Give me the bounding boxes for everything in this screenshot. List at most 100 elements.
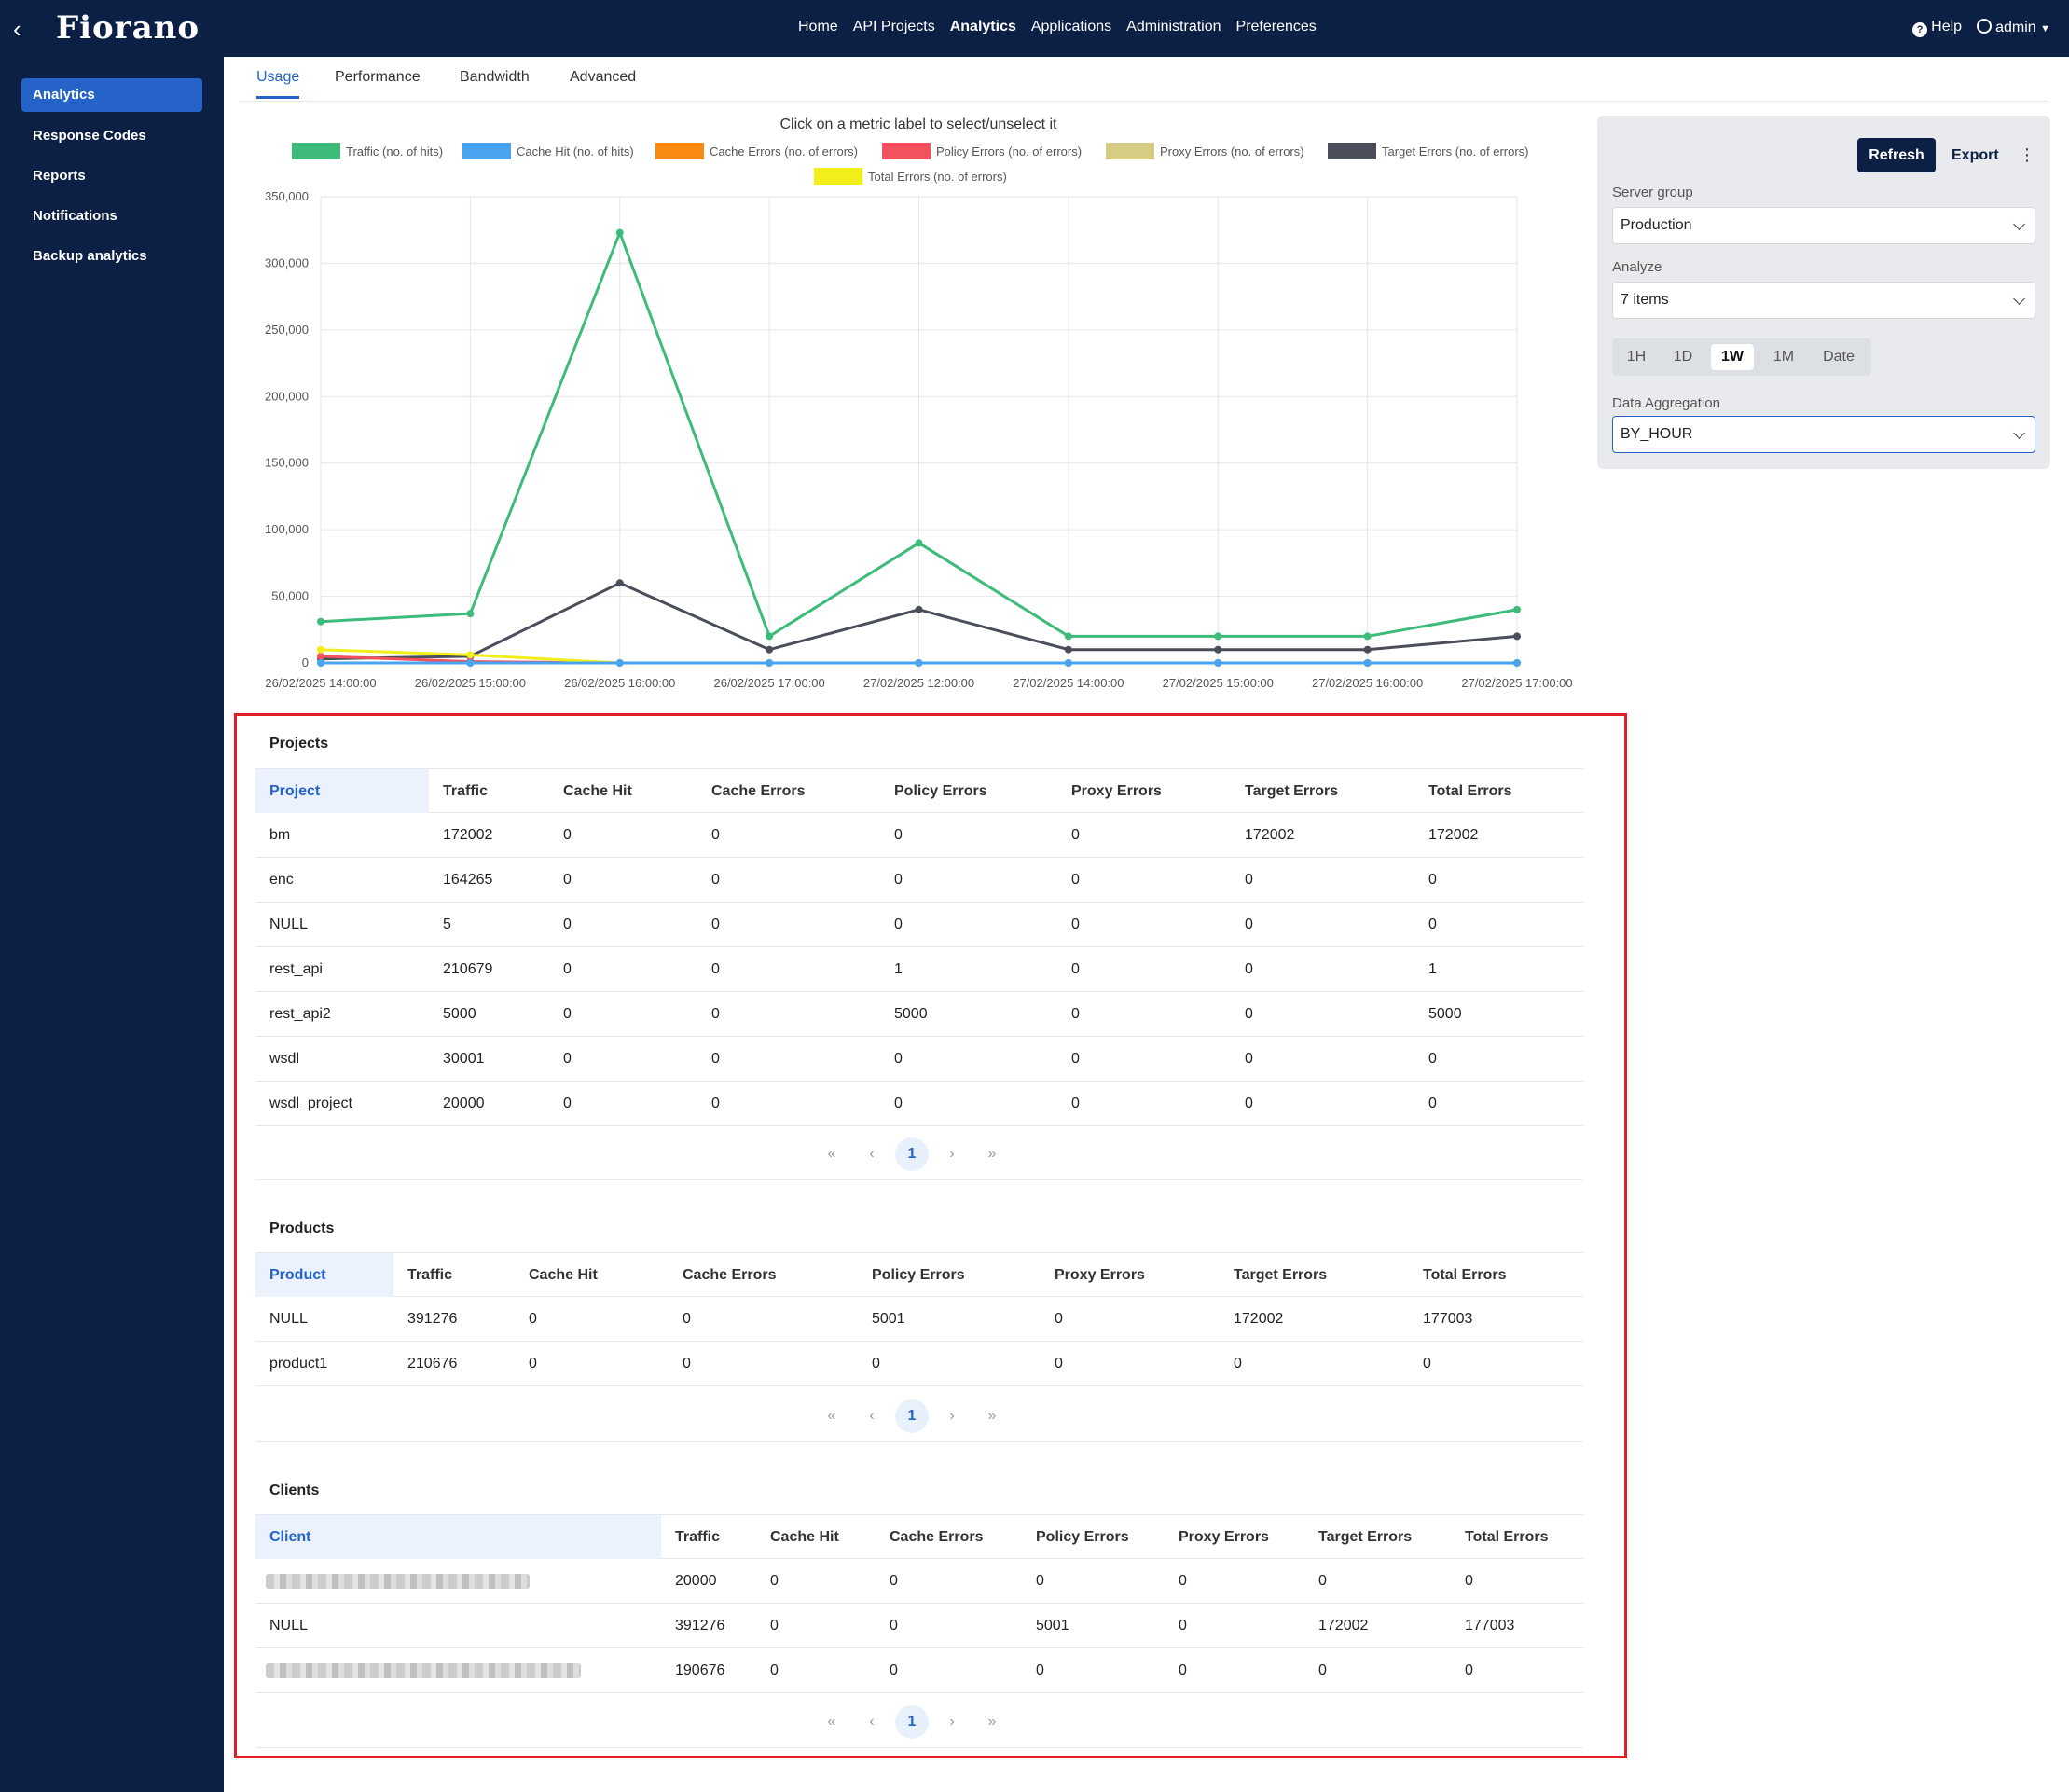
table-cell: 0: [563, 1096, 572, 1111]
column-header[interactable]: Cache Errors: [669, 1253, 858, 1297]
table-cell: 210676: [407, 1356, 458, 1372]
table-cell: 0: [563, 872, 572, 888]
more-options-icon[interactable]: ⋮: [2019, 138, 2035, 172]
data-point: [1214, 632, 1222, 641]
analyze-value: 7 items: [1621, 292, 1669, 308]
table-cell: 0: [890, 1573, 898, 1589]
refresh-button[interactable]: Refresh: [1857, 138, 1936, 172]
column-header[interactable]: Target Errors: [1231, 769, 1414, 813]
analyze-label: Analyze: [1612, 259, 1662, 275]
table-cell: 0: [770, 1662, 779, 1678]
table-cell: 0: [1179, 1573, 1187, 1589]
column-header[interactable]: Traffic: [429, 769, 549, 813]
page-number-button[interactable]: 1: [895, 1137, 929, 1171]
last-page-icon[interactable]: »: [975, 1137, 1009, 1171]
table-cell: 0: [890, 1618, 898, 1633]
prev-page-icon[interactable]: ‹: [855, 1399, 889, 1433]
column-header[interactable]: Target Errors: [1220, 1253, 1409, 1297]
table-cell: 0: [1071, 917, 1080, 932]
column-header[interactable]: Traffic: [661, 1515, 756, 1559]
products-pagination: «‹ 1 ›»: [255, 1388, 1583, 1442]
column-header[interactable]: Project: [255, 769, 429, 813]
chevron-down-icon: [2013, 293, 2025, 305]
column-header[interactable]: Proxy Errors: [1041, 1253, 1220, 1297]
table-cell: 0: [1245, 917, 1253, 932]
column-header[interactable]: Proxy Errors: [1057, 769, 1231, 813]
range-1w[interactable]: 1W: [1711, 344, 1754, 370]
user-menu[interactable]: admin ▼: [1977, 19, 2050, 37]
column-header[interactable]: Total Errors: [1414, 769, 1583, 813]
table-header-row: Client Traffic Cache Hit Cache Errors Policy…: [255, 1514, 1583, 1559]
prev-page-icon[interactable]: ‹: [855, 1137, 889, 1171]
table-cell: 5001: [872, 1311, 905, 1327]
last-page-icon[interactable]: »: [975, 1705, 1009, 1739]
x-tick-label: 26/02/2025 15:00:00: [415, 676, 526, 690]
column-header[interactable]: Cache Hit: [515, 1253, 669, 1297]
table-cell: 190676: [675, 1662, 725, 1678]
table-cell: NULL: [269, 1618, 308, 1633]
first-page-icon[interactable]: «: [815, 1705, 848, 1739]
table-cell: 0: [1179, 1618, 1187, 1633]
column-header[interactable]: Cache Errors: [876, 1515, 1022, 1559]
products-table: Product Traffic Cache Hit Cache Errors Polic…: [255, 1252, 1583, 1386]
column-header[interactable]: Client: [255, 1515, 661, 1559]
column-header[interactable]: Product: [255, 1253, 393, 1297]
next-page-icon[interactable]: ›: [935, 1399, 969, 1433]
next-page-icon[interactable]: ›: [935, 1705, 969, 1739]
table-cell: 0: [1071, 827, 1080, 843]
column-header[interactable]: Traffic: [393, 1253, 515, 1297]
server-group-select[interactable]: Production: [1612, 207, 2035, 244]
clients-table: Client Traffic Cache Hit Cache Errors Policy…: [255, 1514, 1583, 1693]
column-header[interactable]: Policy Errors: [880, 769, 1057, 813]
table-row: wsdl 30001 0 0 0 0 0 0: [255, 1037, 1583, 1082]
data-point: [466, 659, 475, 667]
data-point: [317, 617, 324, 626]
table-cell: enc: [269, 872, 294, 888]
prev-page-icon[interactable]: ‹: [855, 1705, 889, 1739]
range-date[interactable]: Date: [1815, 344, 1862, 370]
column-header[interactable]: Cache Errors: [697, 769, 880, 813]
export-button[interactable]: Export: [1952, 138, 1999, 172]
redacted-text: [266, 1573, 530, 1589]
column-header[interactable]: Cache Hit: [756, 1515, 876, 1559]
first-page-icon[interactable]: «: [815, 1137, 848, 1171]
column-header[interactable]: Target Errors: [1304, 1515, 1451, 1559]
column-header[interactable]: Policy Errors: [858, 1253, 1041, 1297]
data-point: [915, 659, 923, 667]
table-cell: 0: [1071, 1096, 1080, 1111]
table-cell: NULL: [269, 917, 308, 932]
data-point: [1363, 659, 1372, 667]
table-cell: 0: [1245, 1006, 1253, 1022]
first-page-icon[interactable]: «: [815, 1399, 848, 1433]
x-tick-label: 26/02/2025 16:00:00: [564, 676, 675, 690]
range-1d[interactable]: 1D: [1666, 344, 1700, 370]
table-cell: 0: [1036, 1573, 1044, 1589]
y-tick-label: 250,000: [265, 323, 309, 337]
table-cell: 0: [872, 1356, 880, 1372]
data-aggregation-select[interactable]: BY_HOUR: [1612, 416, 2035, 453]
x-tick-label: 27/02/2025 12:00:00: [863, 676, 974, 690]
data-point: [317, 652, 324, 660]
user-label: admin: [1995, 20, 2036, 35]
column-header[interactable]: Policy Errors: [1022, 1515, 1165, 1559]
column-header[interactable]: Cache Hit: [549, 769, 697, 813]
column-header[interactable]: Total Errors: [1451, 1515, 1583, 1559]
page-number-button[interactable]: 1: [895, 1399, 929, 1433]
last-page-icon[interactable]: »: [975, 1399, 1009, 1433]
range-1h[interactable]: 1H: [1620, 344, 1653, 370]
page-number-button[interactable]: 1: [895, 1705, 929, 1739]
table-cell: 1: [894, 961, 903, 977]
table-cell: 0: [1245, 872, 1253, 888]
analyze-select[interactable]: 7 items: [1612, 282, 2035, 319]
table-cell: 5000: [1428, 1006, 1462, 1022]
redacted-client-name: [255, 1648, 661, 1692]
table-cell: NULL: [269, 1311, 308, 1327]
table-cell: 0: [711, 1006, 720, 1022]
next-page-icon[interactable]: ›: [935, 1137, 969, 1171]
column-header[interactable]: Total Errors: [1409, 1253, 1583, 1297]
table-header-row: Product Traffic Cache Hit Cache Errors Polic…: [255, 1252, 1583, 1297]
table-cell: 172002: [1428, 827, 1479, 843]
column-header[interactable]: Proxy Errors: [1165, 1515, 1304, 1559]
help-link[interactable]: ? Help: [1912, 19, 1962, 37]
range-1m[interactable]: 1M: [1765, 344, 1802, 370]
